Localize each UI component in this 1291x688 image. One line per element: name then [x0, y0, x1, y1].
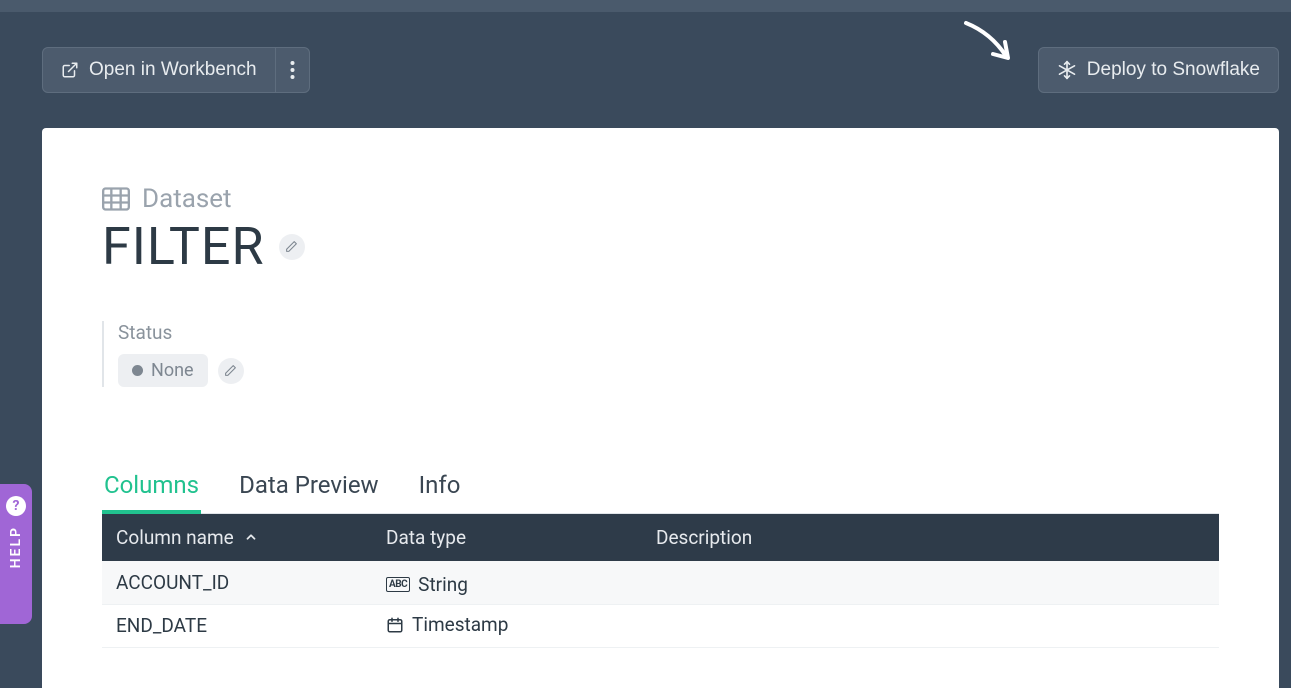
content-panel: Dataset FILTER Status None Columns Data …: [42, 128, 1279, 688]
calendar-icon: [386, 616, 404, 634]
help-icon: ?: [6, 496, 26, 516]
edit-title-button[interactable]: [279, 234, 305, 260]
tab-columns[interactable]: Columns: [102, 465, 201, 513]
cell-data-type-label: String: [418, 573, 468, 596]
deploy-label: Deploy to Snowflake: [1087, 59, 1260, 81]
tab-data-preview-label: Data Preview: [239, 471, 379, 499]
status-chip[interactable]: None: [118, 354, 208, 387]
cell-description: [642, 605, 1219, 648]
table-row[interactable]: ACCOUNT_ID ABC String: [102, 561, 1219, 605]
pencil-icon: [285, 240, 298, 253]
deploy-to-snowflake-button[interactable]: Deploy to Snowflake: [1038, 47, 1279, 93]
open-in-workbench-label: Open in Workbench: [89, 59, 257, 81]
header-column-name[interactable]: Column name: [102, 514, 372, 561]
header-data-type-label: Data type: [386, 526, 466, 549]
cell-data-type: Timestamp: [372, 605, 642, 648]
table-icon: [102, 187, 130, 211]
cell-data-type: ABC String: [372, 561, 642, 605]
header-description-label: Description: [656, 526, 752, 549]
table-header-row: Column name Data type Description: [102, 514, 1219, 561]
string-type-icon: ABC: [386, 577, 410, 592]
cell-column-name: END_DATE: [102, 605, 372, 648]
pencil-icon: [224, 364, 237, 377]
tab-info[interactable]: Info: [417, 465, 463, 513]
columns-table: Column name Data type Description ACCOUN…: [102, 514, 1219, 648]
entity-type-label: Dataset: [142, 184, 232, 214]
snowflake-icon: [1057, 60, 1077, 80]
status-label: Status: [118, 321, 1219, 344]
tabs: Columns Data Preview Info: [102, 465, 1219, 514]
toolbar-left: Open in Workbench: [42, 47, 310, 93]
tab-data-preview[interactable]: Data Preview: [237, 465, 381, 513]
entity-title: FILTER: [102, 216, 265, 277]
tab-info-label: Info: [419, 471, 461, 499]
toolbar-right: Deploy to Snowflake: [1038, 47, 1279, 93]
cell-column-name: ACCOUNT_ID: [102, 561, 372, 605]
status-block: Status None: [102, 321, 1219, 387]
tab-columns-label: Columns: [104, 471, 199, 499]
edit-status-button[interactable]: [218, 358, 244, 384]
help-side-tab[interactable]: ? HELP: [0, 484, 32, 624]
open-in-workbench-button[interactable]: Open in Workbench: [42, 47, 276, 93]
status-dot-icon: [132, 365, 143, 376]
more-vertical-icon: [290, 61, 295, 79]
status-value: None: [151, 360, 194, 381]
external-link-icon: [61, 61, 79, 79]
toolbar: Open in Workbench Deploy to Snowflake: [0, 12, 1291, 128]
more-actions-button[interactable]: [276, 47, 310, 93]
cell-description: [642, 561, 1219, 605]
header-data-type[interactable]: Data type: [372, 514, 642, 561]
entity-title-row: FILTER: [102, 216, 1219, 277]
cell-data-type-label: Timestamp: [412, 613, 508, 636]
header-description[interactable]: Description: [642, 514, 1219, 561]
status-row: None: [118, 354, 1219, 387]
help-label: HELP: [8, 526, 24, 568]
window-top-strip: [0, 0, 1291, 12]
entity-type-row: Dataset: [102, 184, 1219, 214]
table-row[interactable]: END_DATE Timestamp: [102, 605, 1219, 648]
header-column-name-label: Column name: [116, 526, 234, 549]
sort-ascending-icon: [244, 530, 258, 544]
